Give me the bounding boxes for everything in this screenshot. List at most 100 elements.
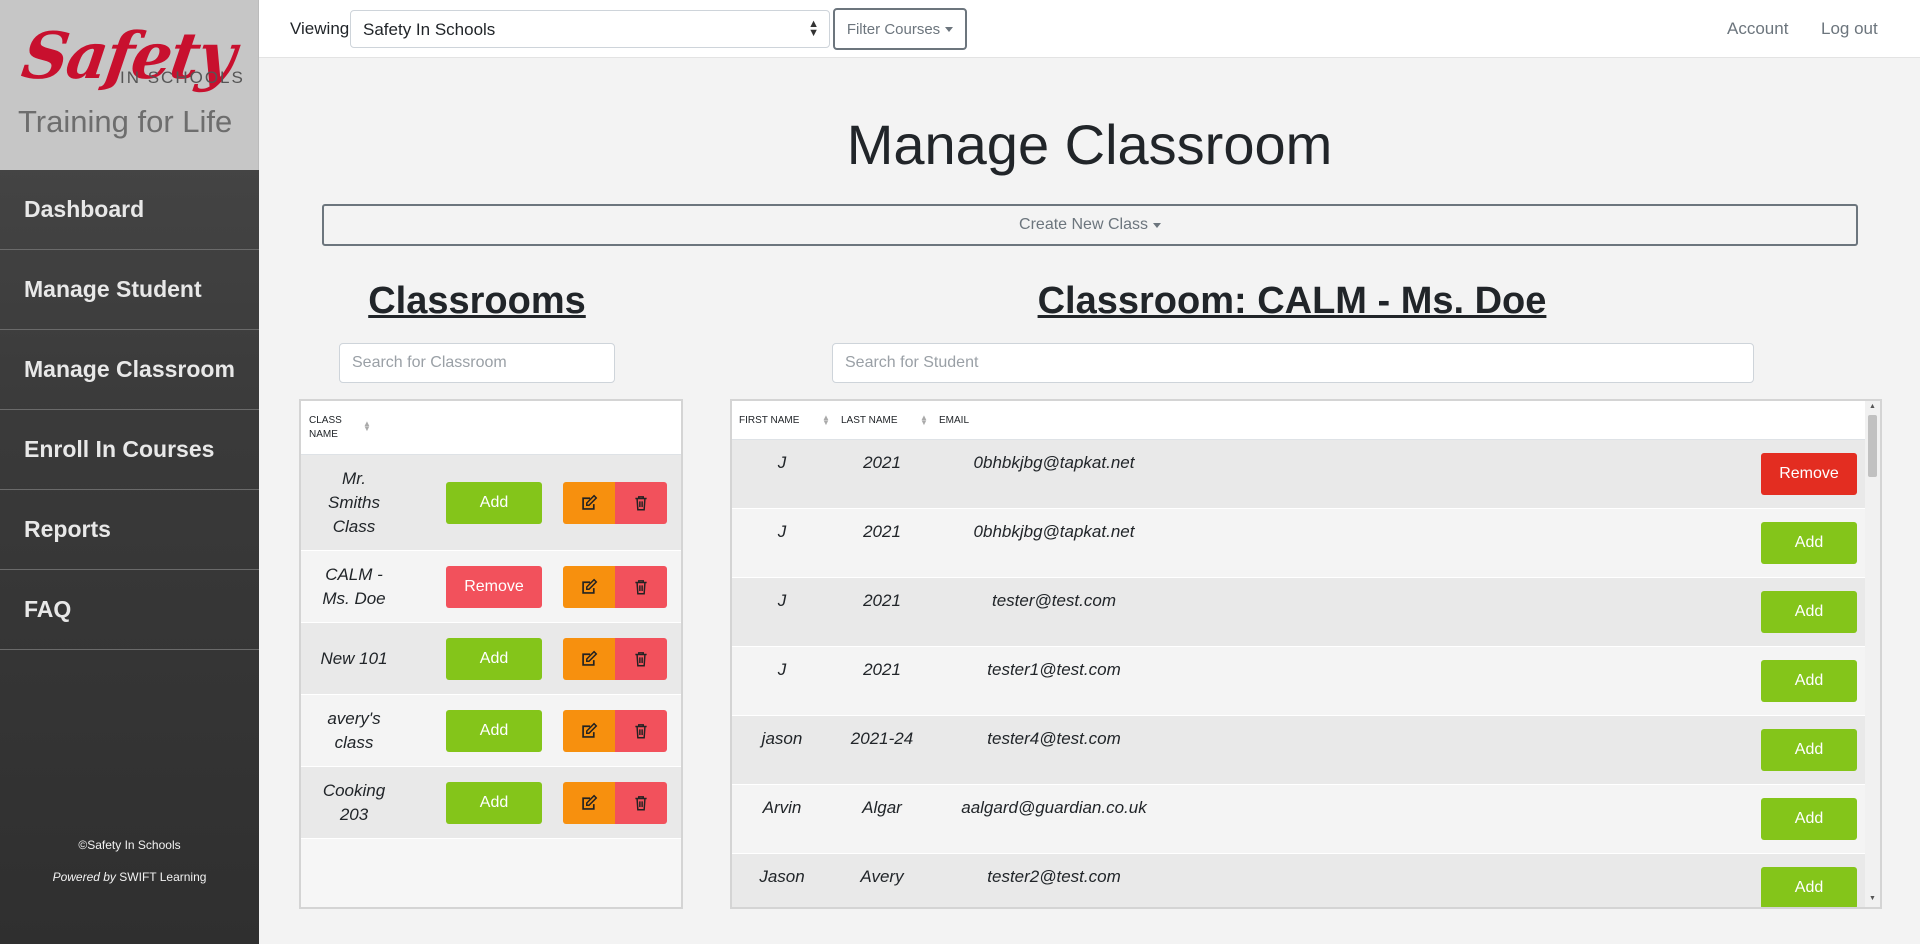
sidebar-item-manage-classroom[interactable]: Manage Classroom <box>0 330 259 410</box>
email-cell: aalgard@guardian.co.uk <box>961 798 1147 817</box>
sidebar-footer: ©Safety In Schools Powered by SWIFT Lear… <box>0 838 259 884</box>
table-row: Jason Avery tester2@test.com Add <box>732 854 1865 907</box>
trash-icon <box>635 724 647 739</box>
students-table: FIRST NAME ▲ ▼ LAST NAME ▲ ▼ EMAIL J 2021 0b… <box>730 399 1882 909</box>
scroll-down-icon[interactable]: ▼ <box>1869 895 1876 902</box>
classroom-search-input[interactable]: Search for Classroom <box>339 343 615 383</box>
email-cell: tester@test.com <box>991 591 1116 610</box>
edit-class-button[interactable] <box>563 638 615 680</box>
trash-icon <box>635 496 647 511</box>
add-student-button[interactable]: Add <box>1761 729 1857 771</box>
class-name-cell: avery's class <box>327 708 381 752</box>
sidebar: Safety IN SCHOOLS Training for Life Dash… <box>0 0 259 944</box>
last-name-cell: 2021 <box>863 660 901 679</box>
email-cell: 0bhbkjbg@tapkat.net <box>973 522 1135 541</box>
sort-icon[interactable]: ▲ ▼ <box>822 414 830 427</box>
delete-class-button[interactable] <box>615 638 667 680</box>
student-search-input[interactable]: Search for Student <box>832 343 1754 383</box>
table-row: Mr. Smiths Class Add <box>301 455 681 551</box>
add-class-button[interactable]: Add <box>446 710 542 752</box>
delete-class-button[interactable] <box>615 782 667 824</box>
add-student-button[interactable]: Add <box>1761 660 1857 702</box>
trash-icon <box>635 652 647 667</box>
sidebar-item-faq[interactable]: FAQ <box>0 570 259 650</box>
add-class-button[interactable]: Add <box>446 782 542 824</box>
first-name-cell: J <box>777 453 787 472</box>
sort-icon[interactable]: ▲ ▼ <box>363 420 371 433</box>
logout-link[interactable]: Log out <box>1821 19 1878 39</box>
classrooms-table: CLASS NAME ▲ ▼ Mr. Smiths Class Add CALM - … <box>299 399 683 909</box>
add-student-button[interactable]: Add <box>1761 591 1857 633</box>
delete-class-button[interactable] <box>615 482 667 524</box>
viewing-label: Viewing: <box>290 19 354 38</box>
class-name-cell: New 101 <box>320 648 388 668</box>
first-name-cell: J <box>777 522 787 541</box>
table-header: FIRST NAME ▲ ▼ LAST NAME ▲ ▼ EMAIL <box>732 401 1865 440</box>
first-name-cell: Jason <box>759 867 805 886</box>
account-link[interactable]: Account <box>1727 19 1788 39</box>
viewing-select-value: Safety In Schools <box>363 20 496 39</box>
remove-class-button[interactable]: Remove <box>446 566 542 608</box>
sort-icon[interactable]: ▲ ▼ <box>920 414 928 427</box>
email-cell: tester1@test.com <box>987 660 1121 679</box>
edit-class-button[interactable] <box>563 566 615 608</box>
viewing-select[interactable]: Safety In Schools ▲ ▼ <box>350 10 830 48</box>
table-row: J 2021 tester1@test.com Add <box>732 647 1865 716</box>
table-scrollbar[interactable]: ▲ ▼ <box>1865 401 1880 907</box>
email-cell: 0bhbkjbg@tapkat.net <box>973 453 1135 472</box>
sidebar-item-label: Dashboard <box>24 196 145 222</box>
classrooms-heading: Classrooms <box>368 280 586 322</box>
select-arrows-icon: ▲ ▼ <box>808 18 819 39</box>
column-header-class-name[interactable]: CLASS NAME <box>309 414 349 442</box>
last-name-cell: 2021 <box>863 591 901 610</box>
sidebar-item-label: FAQ <box>24 596 72 622</box>
add-class-button[interactable]: Add <box>446 482 542 524</box>
scroll-thumb[interactable] <box>1868 415 1877 477</box>
filter-courses-button[interactable]: Filter Courses <box>833 8 967 50</box>
logo[interactable]: Safety IN SCHOOLS Training for Life <box>0 0 259 170</box>
table-row: New 101 Add <box>301 623 681 695</box>
powered-by: Powered by SWIFT Learning <box>0 870 259 884</box>
create-new-class-button[interactable]: Create New Class <box>322 204 1858 246</box>
sidebar-item-label: Manage Classroom <box>24 356 235 382</box>
page-title: Manage Classroom <box>846 113 1333 176</box>
class-name-cell: Mr. Smiths Class <box>328 468 380 536</box>
sidebar-item-enroll-in-courses[interactable]: Enroll In Courses <box>0 410 259 490</box>
table-row: J 2021 tester@test.com Add <box>732 578 1865 647</box>
logo-subtitle: IN SCHOOLS <box>120 68 245 87</box>
edit-class-button[interactable] <box>563 482 615 524</box>
last-name-cell: 2021-24 <box>850 729 914 748</box>
column-header-last-name[interactable]: LAST NAME <box>841 415 898 426</box>
first-name-cell: J <box>777 591 787 610</box>
sidebar-item-label: Manage Student <box>24 276 202 302</box>
class-name-cell: CALM - Ms. Doe <box>322 564 386 608</box>
last-name-cell: 2021 <box>863 522 901 541</box>
copyright-text: ©Safety In Schools <box>78 838 181 852</box>
edit-class-button[interactable] <box>563 710 615 752</box>
column-header-email[interactable]: EMAIL <box>939 415 969 426</box>
sidebar-item-dashboard[interactable]: Dashboard <box>0 170 259 250</box>
logo-tagline: Training for Life <box>18 104 233 139</box>
add-student-button[interactable]: Add <box>1761 798 1857 840</box>
classroom-detail-heading: Classroom: CALM - Ms. Doe <box>1037 280 1547 322</box>
edit-class-button[interactable] <box>563 782 615 824</box>
delete-class-button[interactable] <box>615 710 667 752</box>
create-new-class-label: Create New Class <box>1019 216 1148 233</box>
add-student-button[interactable]: Add <box>1761 867 1857 907</box>
scroll-up-icon[interactable]: ▲ <box>1869 403 1876 410</box>
edit-icon <box>582 794 598 810</box>
remove-student-button[interactable]: Remove <box>1761 453 1857 495</box>
powered-brand-link[interactable]: SWIFT Learning <box>119 870 206 884</box>
table-header: CLASS NAME ▲ ▼ <box>301 401 681 455</box>
add-class-button[interactable]: Add <box>446 638 542 680</box>
email-cell: tester2@test.com <box>987 867 1121 886</box>
column-header-first-name[interactable]: FIRST NAME <box>739 415 799 426</box>
delete-class-button[interactable] <box>615 566 667 608</box>
add-student-button[interactable]: Add <box>1761 522 1857 564</box>
edit-icon <box>582 494 598 510</box>
first-name-cell: jason <box>761 729 803 748</box>
sidebar-item-reports[interactable]: Reports <box>0 490 259 570</box>
filter-courses-label: Filter Courses <box>846 20 941 38</box>
table-row: Cooking 203 Add <box>301 767 681 839</box>
sidebar-item-manage-student[interactable]: Manage Student <box>0 250 259 330</box>
